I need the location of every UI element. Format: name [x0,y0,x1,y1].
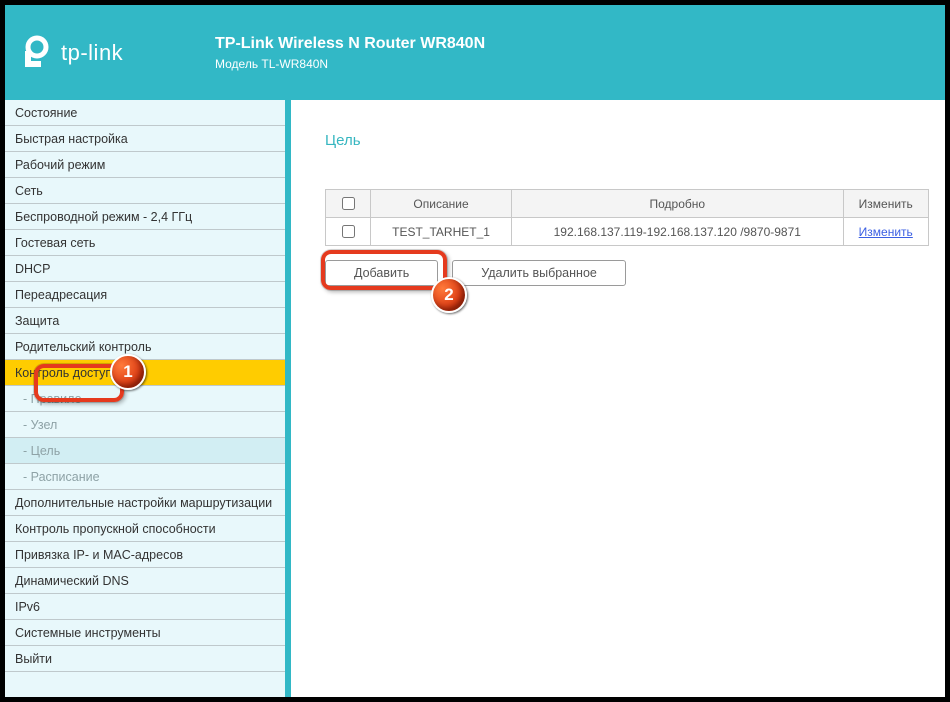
nav-security[interactable]: Защита [5,308,285,334]
row-edit-link[interactable]: Изменить [859,225,913,239]
row-checkbox[interactable] [342,225,355,238]
tplink-icon [15,33,55,73]
add-button[interactable]: Добавить [325,260,438,286]
nav-ddns[interactable]: Динамический DNS [5,568,285,594]
col-desc: Описание [371,190,512,218]
nav-logout[interactable]: Выйти [5,646,285,672]
sidebar: Состояние Быстрая настройка Рабочий режи… [5,100,285,697]
product-title: TP-Link Wireless N Router WR840N [215,35,485,53]
nav-system-tools[interactable]: Системные инструменты [5,620,285,646]
nav-forwarding[interactable]: Переадресация [5,282,285,308]
nav-quick-setup[interactable]: Быстрая настройка [5,126,285,152]
select-all-checkbox[interactable] [342,197,355,210]
brand-logo: tp-link [15,33,205,73]
col-select [326,190,371,218]
targets-table: Описание Подробно Изменить TEST_TARHET_1… [325,189,929,246]
row-detail: 192.168.137.119-192.168.137.120 /9870-98… [512,218,843,246]
nav-access-control[interactable]: Контроль доступа [5,360,285,386]
table-row: TEST_TARHET_1 192.168.137.119-192.168.13… [326,218,929,246]
nav-sub-schedule[interactable]: Расписание [5,464,285,490]
brand-text: tp-link [61,40,123,66]
col-edit: Изменить [843,190,929,218]
nav-sub-host[interactable]: Узел [5,412,285,438]
nav-status[interactable]: Состояние [5,100,285,126]
nav-dhcp[interactable]: DHCP [5,256,285,282]
nav-parental[interactable]: Родительский контроль [5,334,285,360]
product-model: Модель TL-WR840N [215,57,485,71]
nav-ip-mac[interactable]: Привязка IP- и MAC-адресов [5,542,285,568]
nav-op-mode[interactable]: Рабочий режим [5,152,285,178]
nav-routing[interactable]: Дополнительные настройки маршрутизации [5,490,285,516]
nav-sub-target[interactable]: Цель [5,438,285,464]
nav-guest[interactable]: Гостевая сеть [5,230,285,256]
header: tp-link TP-Link Wireless N Router WR840N… [5,5,945,100]
nav-bandwidth[interactable]: Контроль пропускной способности [5,516,285,542]
nav-network[interactable]: Сеть [5,178,285,204]
delete-button[interactable]: Удалить выбранное [452,260,626,286]
nav-sub-rule[interactable]: Правило [5,386,285,412]
nav-ipv6[interactable]: IPv6 [5,594,285,620]
nav-wireless[interactable]: Беспроводной режим - 2,4 ГГц [5,204,285,230]
row-desc: TEST_TARHET_1 [371,218,512,246]
content-pane: Цель Описание Подробно Изменить [285,100,945,697]
page-title: Цель [291,100,945,149]
col-detail: Подробно [512,190,843,218]
